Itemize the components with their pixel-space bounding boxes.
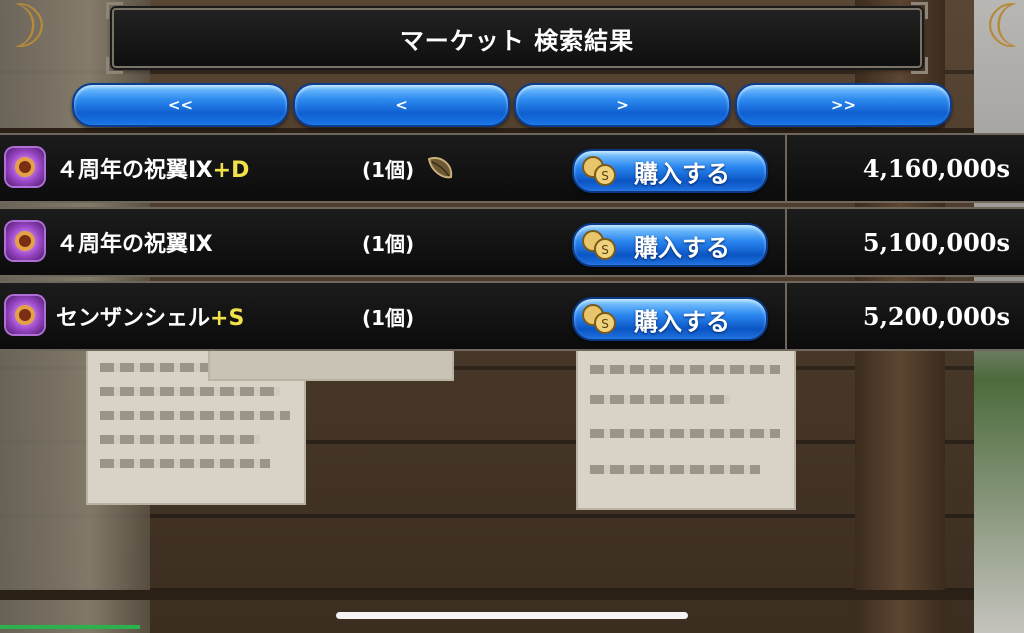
loading-strip (0, 625, 140, 629)
coins-icon: S (582, 156, 616, 186)
buy-button-label: 購入する (634, 233, 730, 262)
frame-corner (911, 2, 928, 19)
next-page-button[interactable]: > (514, 83, 731, 127)
coins-icon: S (582, 304, 616, 334)
item-name: ４周年の祝翼Ⅸ+D (56, 158, 250, 183)
result-row: センザンシェル+S (1個) S 購入する 5,200,000s (0, 281, 1024, 351)
background-notice-poster (576, 345, 796, 510)
frame-corner (911, 57, 928, 74)
svg-text:S: S (601, 243, 609, 257)
ring-item-icon (6, 148, 44, 186)
item-quantity: (1個) (362, 157, 415, 182)
coins-icon: S (582, 230, 616, 260)
background-beam (0, 590, 1024, 600)
item-refine-suffix: +S (210, 306, 245, 331)
item-name: センザンシェル+S (56, 306, 245, 331)
item-name: ４周年の祝翼Ⅸ (56, 232, 213, 257)
frame-corner (106, 57, 123, 74)
market-title-bar: マーケット 検索結果 (106, 2, 928, 74)
seed-icon (427, 157, 453, 179)
ring-item-icon (6, 222, 44, 260)
frame-corner (106, 2, 123, 19)
column-divider (785, 283, 787, 349)
ornament-icon: ☽ (0, 0, 48, 62)
result-row: ４周年の祝翼Ⅸ (1個) S 購入する 5,100,000s (0, 207, 1024, 277)
item-price: 4,160,000s (862, 153, 1010, 183)
pagination: << < > >> (72, 83, 952, 127)
svg-text:S: S (601, 317, 609, 331)
ornament-icon: ☾ (984, 0, 1024, 62)
search-results-list: ４周年の祝翼Ⅸ+D (1個) S 購入する 4,160,000s ４周年の祝翼Ⅸ… (0, 133, 1024, 355)
last-page-button[interactable]: >> (735, 83, 952, 127)
item-quantity: (1個) (362, 305, 415, 330)
ring-item-icon (6, 296, 44, 334)
page-title: マーケット 検索結果 (399, 26, 635, 55)
home-indicator[interactable] (336, 612, 688, 619)
item-price: 5,200,000s (862, 301, 1010, 331)
column-divider (785, 209, 787, 275)
first-page-button[interactable]: << (72, 83, 289, 127)
result-row: ４周年の祝翼Ⅸ+D (1個) S 購入する 4,160,000s (0, 133, 1024, 203)
buy-button[interactable]: S 購入する (572, 297, 768, 341)
column-divider (785, 135, 787, 201)
item-quantity: (1個) (362, 231, 415, 256)
item-refine-suffix: +D (212, 158, 250, 183)
buy-button[interactable]: S 購入する (572, 223, 768, 267)
item-price: 5,100,000s (862, 227, 1010, 257)
buy-button-label: 購入する (634, 307, 730, 336)
svg-text:S: S (601, 169, 609, 183)
buy-button-label: 購入する (634, 159, 730, 188)
buy-button[interactable]: S 購入する (572, 149, 768, 193)
prev-page-button[interactable]: < (293, 83, 510, 127)
